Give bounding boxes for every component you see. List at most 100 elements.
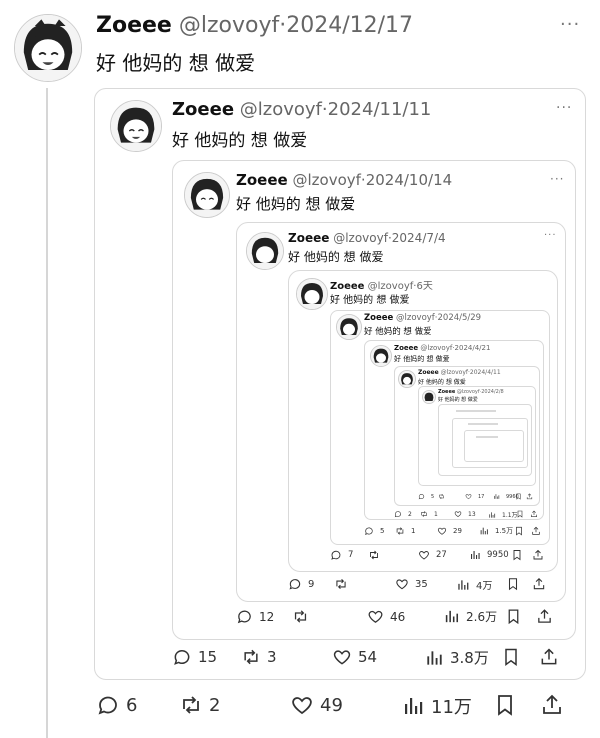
like-button[interactable]: 46 [367,608,405,625]
views-button[interactable]: 3.8万 [424,647,489,668]
author-handle[interactable]: @lzovoyf [240,99,322,120]
reply-count: 12 [259,609,275,624]
author-handle[interactable]: @lzovoyf [396,313,435,323]
reply-icon [172,647,192,667]
reply-button[interactable]: 12 [236,608,274,625]
author-name[interactable]: Zoeee [394,344,418,352]
like-count: 46 [390,609,406,624]
quote-date[interactable]: 6天 [416,281,432,292]
reply-button[interactable]: 6 [96,693,137,717]
author-handle[interactable]: @lzovoyf [441,369,468,376]
retweet-button[interactable]: 3 [241,647,277,667]
quote-date[interactable]: 2024/7/4 [392,231,446,245]
quote-header: Zoeee @lzovoyf·6天 [330,281,433,292]
views-button[interactable]: 4万 [456,577,492,592]
retweet-button[interactable] [292,608,309,625]
quote-date[interactable]: 2024/5/29 [438,313,482,323]
retweet-button[interactable] [438,493,445,500]
share-button[interactable] [540,693,564,717]
heart-icon [367,608,384,625]
like-button[interactable]: 49 [290,693,343,717]
bookmark-button[interactable] [501,647,521,667]
share-icon [539,647,559,667]
quote-date[interactable]: 2024/10/14 [366,171,452,189]
quote-date[interactable]: 2024/11/11 [328,99,432,120]
avatar[interactable] [370,345,392,367]
like-count: 17 [478,493,485,500]
like-count: 35 [415,578,428,590]
author-name[interactable]: Zoeee [364,313,393,323]
anime-avatar-icon [111,101,161,151]
reply-icon [288,577,302,591]
quote-header: Zoeee @lzovoyf·2024/5/29 [364,313,482,323]
author-handle[interactable]: @lzovoyf [420,344,452,352]
author-name[interactable]: Zoeee [438,389,455,395]
quote-text: 好 他妈的 想 做爱 [438,397,478,403]
more-options-button[interactable]: ··· [550,172,564,186]
bookmark-button[interactable] [506,577,520,591]
bookmark-button[interactable] [493,693,517,717]
retweet-button[interactable] [334,577,348,591]
nested-text-line [468,423,498,425]
reply-button[interactable]: 5 [364,526,384,536]
anime-avatar-icon [371,346,391,366]
quote-date[interactable]: 2024/4/11 [470,369,501,376]
avatar[interactable] [246,232,284,270]
share-button[interactable] [532,577,546,591]
author-handle[interactable]: @lzovoyf [333,231,388,245]
author-name[interactable]: Zoeee [96,13,172,38]
retweet-button[interactable]: 2 [179,693,220,717]
reply-button[interactable]: 15 [172,647,217,667]
avatar[interactable] [14,14,82,82]
share-button[interactable] [536,608,553,625]
quote-date[interactable]: 2024/4/21 [455,344,491,352]
more-options-button[interactable]: ··· [560,14,580,35]
like-button[interactable]: 54 [332,647,377,667]
reply-icon [418,493,425,500]
author-name[interactable]: Zoeee [236,171,288,189]
like-count: 54 [358,648,378,666]
views-button[interactable]: 2.6万 [443,608,497,625]
author-name[interactable]: Zoeee [172,99,234,120]
reply-icon [394,510,402,518]
reply-icon [236,608,253,625]
reply-button[interactable]: 2 [394,510,412,518]
heart-icon [465,493,472,500]
author-handle[interactable]: @lzovoyf [179,13,279,38]
avatar[interactable] [336,314,362,340]
bookmark-button[interactable] [505,608,522,625]
avatar[interactable] [422,390,436,404]
heart-icon [332,647,352,667]
post-text: 好 他妈的 想 做爱 [96,51,256,75]
share-button[interactable] [526,493,533,500]
retweet-icon [334,577,348,591]
avatar[interactable] [296,278,328,310]
like-button[interactable]: 17 [465,493,484,500]
action-bar: 6 2 49 11万 [96,693,582,723]
views-button[interactable]: 11万 [401,693,472,719]
post-header: Zoeee @lzovoyf·2024/12/17 [96,13,414,38]
heart-icon [290,693,314,717]
quote-date[interactable]: 2024/2/8 [481,389,503,395]
avatar[interactable] [184,172,230,218]
share-button[interactable] [539,647,559,667]
reply-button[interactable]: 9 [288,577,314,591]
views-count: 2.6万 [466,610,498,624]
author-handle[interactable]: @lzovoyf [292,171,360,189]
bookmark-button[interactable] [515,493,522,500]
avatar[interactable] [110,100,162,152]
post-date[interactable]: 2024/12/17 [286,13,413,38]
quote-text: 好 他妈的 想 做爱 [394,355,450,363]
reply-button[interactable]: 5 [418,493,434,500]
author-name[interactable]: Zoeee [418,369,439,376]
more-options-button[interactable]: ··· [544,230,557,241]
nested-text-line [476,436,498,438]
like-button[interactable]: 35 [395,577,428,591]
quote-header: Zoeee @lzovoyf·2024/4/11 [418,369,501,376]
author-handle[interactable]: @lzovoyf [457,389,480,395]
reply-count: 9 [308,578,315,590]
more-options-button[interactable]: ··· [556,100,572,116]
author-name[interactable]: Zoeee [288,231,329,245]
reply-button[interactable]: 7 [330,549,353,561]
avatar[interactable] [398,370,416,388]
